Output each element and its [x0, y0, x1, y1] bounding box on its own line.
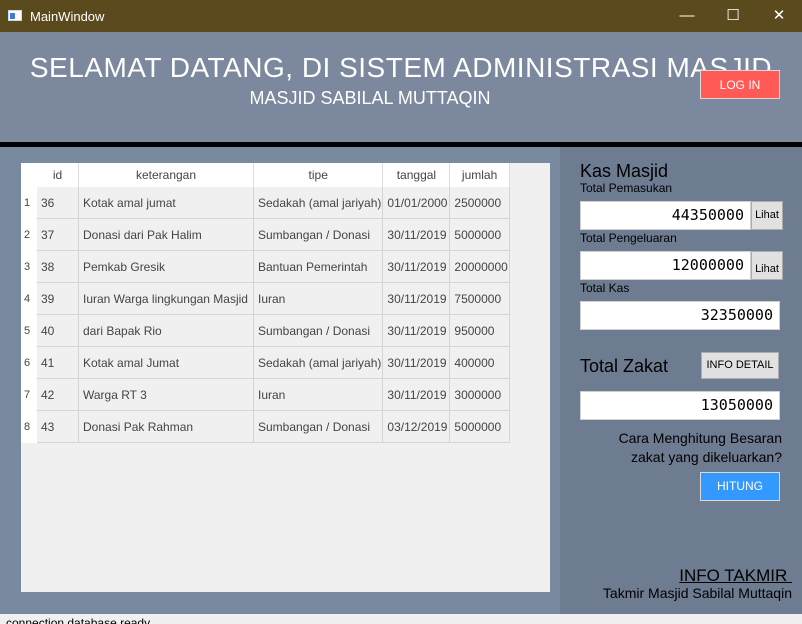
cell-tanggal[interactable]: 30/11/2019	[382, 378, 451, 411]
cell-id[interactable]: 36	[37, 187, 79, 219]
takmir-subtitle: Takmir Masjid Sabilal Muttaqin	[602, 585, 792, 601]
cell-keterangan[interactable]: Pemkab Gresik	[78, 250, 254, 283]
cell-jumlah[interactable]: 2500000	[449, 187, 510, 219]
row-number-header	[21, 163, 37, 187]
pengeluaran-field[interactable]: 12000000	[580, 251, 751, 280]
kas-label: Total Kas	[580, 281, 630, 295]
cell-tanggal[interactable]: 01/01/2000	[382, 187, 451, 219]
column-header-tanggal[interactable]: tanggal	[382, 163, 451, 187]
cell-tanggal[interactable]: 30/11/2019	[382, 218, 451, 251]
table-row[interactable]: 2 37 Donasi dari Pak Halim Sumbangan / Dona…	[21, 218, 510, 251]
cell-jumlah[interactable]: 950000	[449, 314, 510, 347]
table-row[interactable]: 3 38 Pemkab Gresik Bantuan Pemerintah 30/11/…	[21, 250, 510, 283]
cell-jumlah[interactable]: 400000	[449, 346, 510, 379]
cell-keterangan[interactable]: Donasi Pak Rahman	[78, 410, 254, 443]
hitung-button[interactable]: HITUNG	[700, 472, 780, 501]
column-header-id[interactable]: id	[37, 163, 79, 187]
row-number: 3	[21, 250, 37, 283]
cell-jumlah[interactable]: 20000000	[449, 250, 510, 283]
page-subtitle: MASJID SABILAL MUTTAQIN	[249, 88, 491, 108]
status-bar: connection database ready	[0, 614, 802, 624]
cell-tipe[interactable]: Sedakah (amal jariyah)	[253, 346, 384, 379]
cell-keterangan[interactable]: Kotak amal jumat	[78, 187, 254, 219]
window-title: MainWindow	[30, 9, 105, 24]
cell-keterangan[interactable]: Kotak amal Jumat	[78, 346, 254, 379]
cell-tipe[interactable]: Iuran	[253, 378, 384, 411]
row-number: 2	[21, 218, 37, 251]
pemasukan-field[interactable]: 44350000	[580, 201, 751, 230]
cell-tipe[interactable]: Iuran	[253, 282, 384, 315]
cell-tipe[interactable]: Sedakah (amal jariyah)	[253, 187, 384, 219]
kas-title: Kas Masjid	[580, 161, 669, 181]
info-detail-button[interactable]: INFO DETAIL	[701, 352, 779, 379]
row-number: 1	[21, 187, 37, 219]
transactions-table[interactable]: id keterangan tipe tanggal jumlah 1 36 Kot…	[21, 163, 550, 592]
table-row[interactable]: 6 41 Kotak amal Jumat Sedakah (amal jariyah…	[21, 346, 510, 379]
cell-tanggal[interactable]: 03/12/2019	[382, 410, 451, 443]
cell-tipe[interactable]: Sumbangan / Donasi	[253, 410, 384, 443]
status-text: connection database ready	[6, 616, 151, 624]
row-number: 6	[21, 346, 37, 379]
cell-tanggal[interactable]: 30/11/2019	[382, 282, 451, 315]
column-header-tipe[interactable]: tipe	[253, 163, 384, 187]
cell-keterangan[interactable]: Iuran Warga lingkungan Masjid	[78, 282, 254, 315]
close-button[interactable]: ✕	[756, 0, 802, 32]
title-bar: MainWindow — ☐ ✕	[0, 0, 802, 32]
table-row[interactable]: 8 43 Donasi Pak Rahman Sumbangan / Donasi 03…	[21, 410, 510, 443]
zakat-question-line2: zakat yang dikeluarkan?	[631, 449, 782, 465]
column-header-jumlah[interactable]: jumlah	[449, 163, 510, 187]
row-number: 5	[21, 314, 37, 347]
table-row[interactable]: 1 36 Kotak amal jumat Sedakah (amal jariyah…	[21, 187, 510, 219]
login-button[interactable]: LOG IN	[700, 70, 780, 99]
page-title: SELAMAT DATANG, DI SISTEM ADMINISTRASI M…	[29, 52, 773, 83]
cell-tipe[interactable]: Sumbangan / Donasi	[253, 314, 384, 347]
cell-tanggal[interactable]: 30/11/2019	[382, 250, 451, 283]
cell-tipe[interactable]: Bantuan Pemerintah	[253, 250, 384, 283]
cell-id[interactable]: 39	[37, 282, 79, 315]
cell-id[interactable]: 38	[37, 250, 79, 283]
header: SELAMAT DATANG, DI SISTEM ADMINISTRASI M…	[0, 32, 802, 142]
total-kas-field[interactable]: 32350000	[580, 301, 780, 330]
table-header-row: id keterangan tipe tanggal jumlah	[21, 163, 510, 187]
zakat-title: Total Zakat	[580, 356, 669, 376]
cell-keterangan[interactable]: dari Bapak Rio	[78, 314, 254, 347]
row-number: 7	[21, 378, 37, 411]
cell-tanggal[interactable]: 30/11/2019	[382, 314, 451, 347]
cell-tipe[interactable]: Sumbangan / Donasi	[253, 218, 384, 251]
total-zakat-field[interactable]: 13050000	[580, 391, 780, 420]
row-number: 4	[21, 282, 37, 315]
cell-id[interactable]: 41	[37, 346, 79, 379]
cell-jumlah[interactable]: 7500000	[449, 282, 510, 315]
minimize-button[interactable]: —	[664, 0, 710, 32]
cell-id[interactable]: 37	[37, 218, 79, 251]
table-row[interactable]: 7 42 Warga RT 3 Iuran 30/11/2019 3000000	[21, 378, 510, 411]
table-row[interactable]: 5 40 dari Bapak Rio Sumbangan / Donasi 30/11…	[21, 314, 510, 347]
cell-id[interactable]: 43	[37, 410, 79, 443]
app-icon	[8, 10, 22, 21]
cell-keterangan[interactable]: Warga RT 3	[78, 378, 254, 411]
cell-tanggal[interactable]: 30/11/2019	[382, 346, 451, 379]
zakat-question-line1: Cara Menghitung Besaran	[618, 430, 782, 446]
table-row[interactable]: 4 39 Iuran Warga lingkungan Masjid Iuran 30/…	[21, 282, 510, 315]
cell-jumlah[interactable]: 3000000	[449, 378, 510, 411]
row-number: 8	[21, 410, 37, 443]
column-header-keterangan[interactable]: keterangan	[78, 163, 254, 187]
pemasukan-label: Total Pemasukan	[580, 181, 673, 195]
cell-id[interactable]: 42	[37, 378, 79, 411]
info-takmir-link[interactable]: INFO TAKMIR	[640, 566, 792, 586]
cell-jumlah[interactable]: 5000000	[449, 218, 510, 251]
lihat-pengeluaran-button[interactable]: Lihat	[751, 251, 783, 280]
cell-keterangan[interactable]: Donasi dari Pak Halim	[78, 218, 254, 251]
pengeluaran-label: Total Pengeluaran	[580, 231, 677, 245]
lihat-pemasukan-button[interactable]: Lihat	[751, 201, 783, 230]
maximize-button[interactable]: ☐	[710, 0, 756, 32]
cell-jumlah[interactable]: 5000000	[449, 410, 510, 443]
cell-id[interactable]: 40	[37, 314, 79, 347]
